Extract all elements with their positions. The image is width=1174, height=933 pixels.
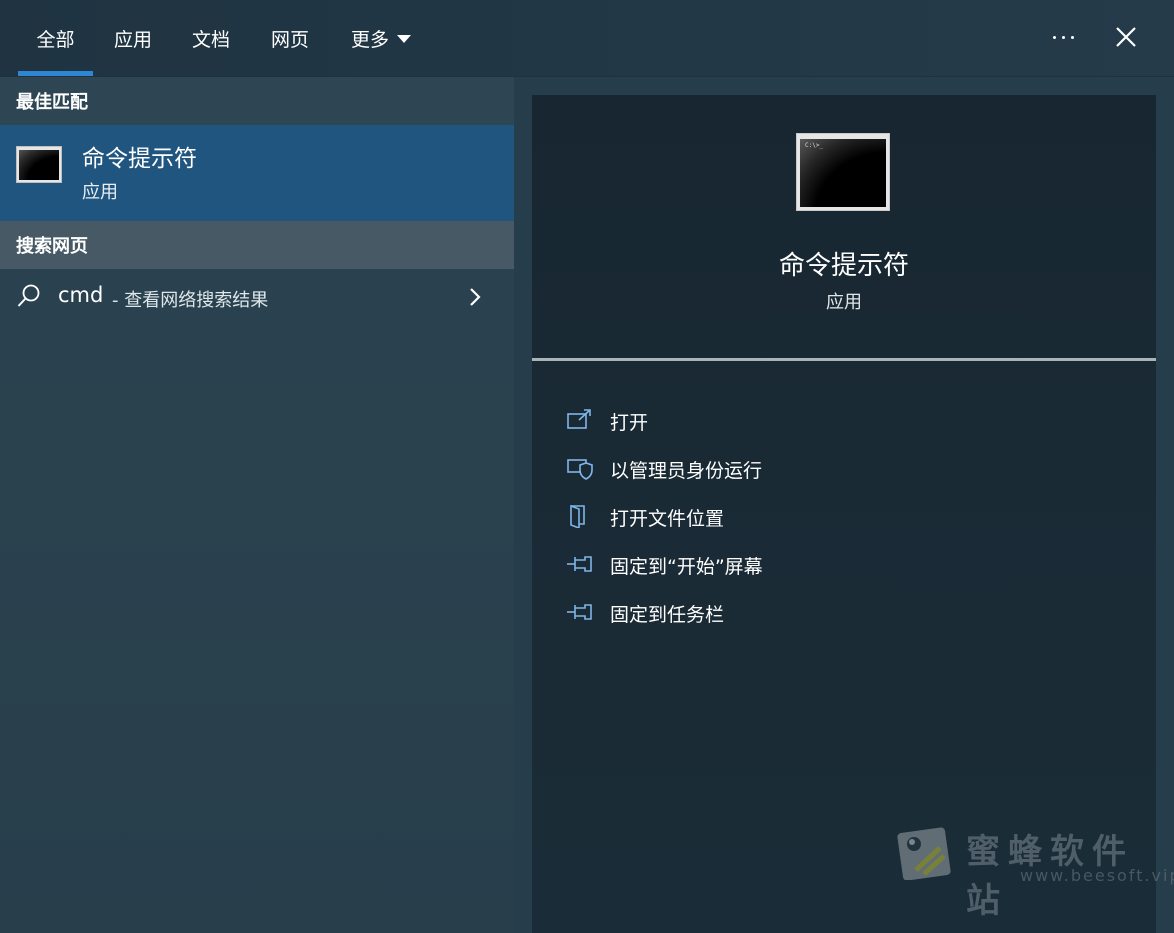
tab-all[interactable]: 全部	[18, 0, 93, 76]
tab-more-label: 更多	[350, 28, 389, 51]
cmd-icon: C:\>_	[796, 133, 890, 211]
action-open-file-location[interactable]: 打开文件位置	[532, 494, 1156, 538]
best-match-subtitle: 应用	[82, 182, 118, 203]
tab-apps-label: 应用	[113, 28, 152, 51]
tab-web[interactable]: 网页	[257, 0, 323, 76]
pin-icon	[567, 556, 592, 572]
best-match-title: 命令提示符	[82, 146, 197, 172]
tab-web-label: 网页	[270, 28, 309, 51]
search-query: cmd	[58, 283, 104, 307]
web-search-item[interactable]: cmd - 查看网络搜索结果	[0, 269, 514, 325]
tab-bar: 全部 应用 文档 网页 更多	[0, 0, 1174, 77]
cmd-icon-prompt: C:\>_	[805, 142, 824, 149]
chevron-right-icon[interactable]	[466, 286, 484, 308]
action-pin-to-taskbar-label: 固定到任务栏	[610, 604, 725, 626]
results-panel: 最佳匹配 命令提示符 应用 搜索网页 cmd - 查看网络搜索结果	[0, 77, 514, 933]
detail-subtitle: 应用	[826, 292, 862, 313]
action-pin-to-taskbar[interactable]: 固定到任务栏	[532, 590, 1156, 634]
pin-icon	[567, 604, 592, 620]
action-pin-to-start-label: 固定到“开始”屏幕	[610, 556, 763, 578]
watermark-url: www.beesoft.vip	[1020, 866, 1174, 885]
best-match-header: 最佳匹配	[0, 77, 514, 125]
folder-icon	[570, 504, 585, 528]
action-run-as-admin-label: 以管理员身份运行	[610, 460, 763, 482]
cmd-icon	[16, 146, 62, 183]
bee-logo-icon	[897, 827, 951, 880]
detail-title: 命令提示符	[778, 251, 909, 281]
divider	[532, 358, 1156, 361]
search-query-description: - 查看网络搜索结果	[112, 290, 269, 311]
watermark: 蜜蜂软件站 www.beesoft.vip	[890, 800, 1174, 921]
tab-documents-label: 文档	[191, 28, 230, 51]
close-button[interactable]	[1106, 17, 1146, 57]
tab-more[interactable]: 更多	[336, 0, 426, 76]
tab-apps[interactable]: 应用	[100, 0, 166, 76]
action-open[interactable]: 打开	[532, 398, 1156, 442]
shield-icon	[567, 459, 593, 480]
action-run-as-admin[interactable]: 以管理员身份运行	[532, 446, 1156, 490]
web-search-header: 搜索网页	[0, 221, 514, 269]
action-open-label: 打开	[610, 412, 649, 434]
best-match-item[interactable]: 命令提示符 应用	[0, 125, 514, 221]
chevron-down-icon	[397, 35, 411, 43]
action-open-file-location-label: 打开文件位置	[610, 508, 725, 530]
tab-all-label: 全部	[36, 28, 75, 51]
close-icon	[1116, 27, 1136, 47]
tab-documents[interactable]: 文档	[178, 0, 244, 76]
action-pin-to-start[interactable]: 固定到“开始”屏幕	[532, 542, 1156, 586]
search-icon	[17, 284, 40, 307]
ellipsis-icon[interactable]	[1044, 20, 1082, 54]
open-external-icon	[567, 409, 591, 429]
